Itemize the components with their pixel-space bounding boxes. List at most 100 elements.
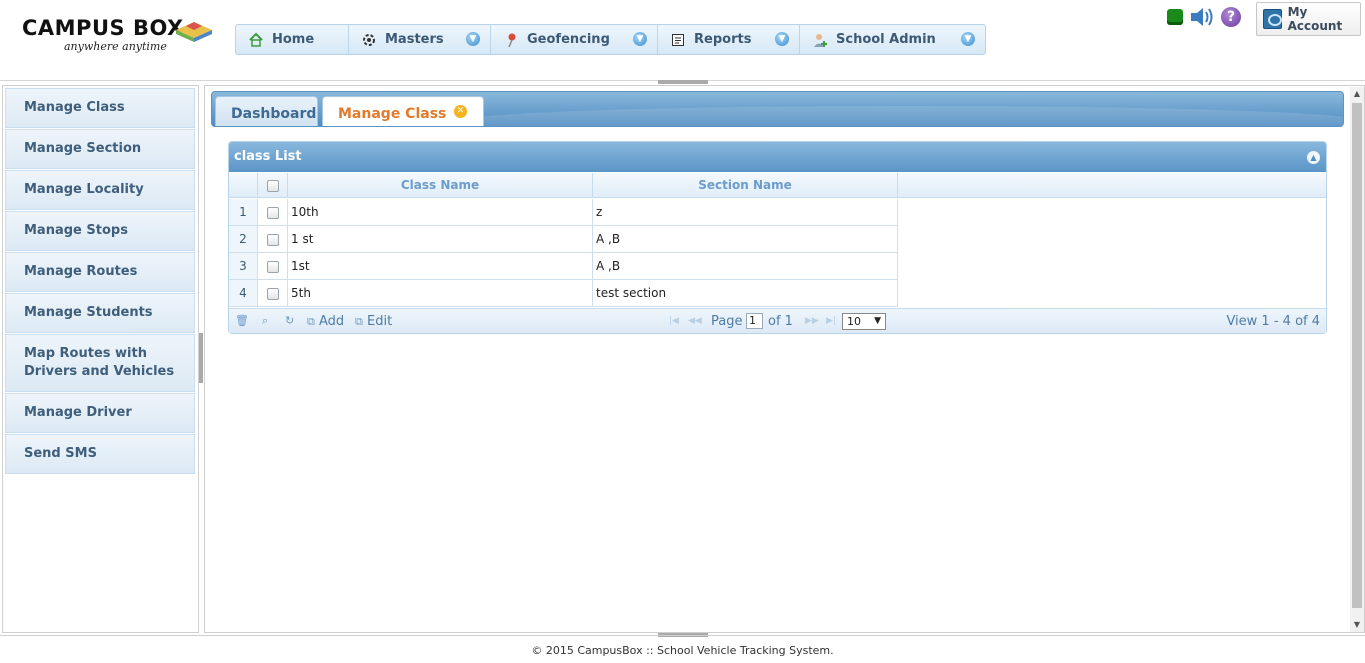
sidebar-item-label: Send SMS	[24, 446, 97, 461]
row-select-cell[interactable]	[258, 226, 288, 252]
header-splitter-handle[interactable]	[658, 80, 708, 84]
scroll-down-icon[interactable]: ▼	[1350, 618, 1364, 632]
account-icon	[1263, 9, 1282, 29]
add-record-icon: ⧉	[307, 315, 315, 328]
tab-manage-class[interactable]: Manage Class ✕	[322, 96, 484, 126]
row-select-cell[interactable]	[258, 280, 288, 306]
page-label: Page	[711, 314, 743, 329]
speaker-icon[interactable]	[1189, 5, 1215, 29]
footer-text: © 2015 CampusBox :: School Vehicle Track…	[531, 644, 834, 657]
sidebar-splitter-handle[interactable]	[199, 333, 203, 383]
row-number: 1	[229, 199, 258, 225]
menu-masters-label: Masters	[385, 32, 444, 47]
row-checkbox[interactable]	[266, 287, 279, 300]
header-section-name[interactable]: Section Name	[593, 173, 898, 197]
my-account-button[interactable]: My Account	[1256, 2, 1361, 36]
menu-masters[interactable]: Masters ▼	[349, 25, 491, 54]
menu-school-admin-label: School Admin	[836, 32, 936, 47]
chevron-down-icon[interactable]: ▼	[466, 32, 480, 46]
sidebar-item-map-routes[interactable]: Map Routes with Drivers and Vehicles	[5, 334, 195, 392]
status-indicator-icon[interactable]	[1167, 9, 1183, 25]
refresh-icon[interactable]: ↻	[285, 314, 294, 327]
menu-reports[interactable]: Reports ▼	[658, 25, 800, 54]
page-number-input[interactable]: 1	[746, 313, 763, 329]
row-checkbox[interactable]	[266, 260, 279, 273]
header-rownum	[229, 173, 258, 197]
table-row[interactable]: 4 5th test section	[229, 280, 898, 307]
logo-cube-icon	[176, 22, 212, 42]
gear-icon	[363, 33, 375, 46]
map-pin-icon	[508, 33, 516, 47]
grid-title: class List	[234, 149, 302, 164]
scroll-thumb[interactable]	[1352, 103, 1362, 608]
cell-section-name: test section	[593, 280, 898, 306]
row-number: 3	[229, 253, 258, 279]
sidebar-item-label: Manage Students	[24, 305, 153, 320]
scroll-up-icon[interactable]: ▲	[1350, 87, 1364, 101]
row-checkbox[interactable]	[266, 233, 279, 246]
table-row[interactable]: 2 1 st A ,B	[229, 226, 898, 253]
app-header: CAMPUS BOX anywhere anytime Home Masters…	[0, 0, 1365, 81]
close-tab-icon[interactable]: ✕	[454, 105, 467, 118]
collapse-icon[interactable]: ▲	[1307, 151, 1320, 164]
sidebar-item-manage-stops[interactable]: Manage Stops	[5, 211, 195, 251]
edit-button[interactable]: ⧉ Edit	[355, 314, 392, 329]
tab-dashboard[interactable]: Dashboard	[215, 96, 318, 126]
tab-dashboard-label: Dashboard	[231, 106, 317, 122]
sidebar-item-label: Map Routes with Drivers and Vehicles	[24, 346, 175, 379]
next-page-icon[interactable]: ▶▶	[805, 316, 819, 326]
home-icon	[249, 32, 263, 47]
select-all-checkbox[interactable]	[266, 179, 279, 192]
header-class-name[interactable]: Class Name	[288, 173, 593, 197]
table-row[interactable]: 3 1st A ,B	[229, 253, 898, 280]
campusbox-logo: CAMPUS BOX anywhere anytime	[22, 16, 222, 60]
chevron-down-icon[interactable]: ▼	[633, 32, 647, 46]
menu-geofencing[interactable]: Geofencing ▼	[491, 25, 658, 54]
cell-section-name: A ,B	[593, 253, 898, 279]
main-scrollbar[interactable]: ▲ ▼	[1350, 87, 1364, 632]
cell-class-name: 1st	[288, 253, 593, 279]
page-count: of 1	[768, 314, 793, 329]
trash-icon[interactable]: 🗑	[235, 314, 249, 327]
search-icon[interactable]: ⌕	[262, 314, 268, 328]
sidebar-item-label: Manage Locality	[24, 182, 144, 197]
menu-school-admin[interactable]: School Admin ▼	[800, 25, 985, 54]
cell-class-name: 5th	[288, 280, 593, 306]
sidebar-item-send-sms[interactable]: Send SMS	[5, 434, 195, 474]
logo-tagline: anywhere anytime	[64, 40, 167, 53]
row-number: 2	[229, 226, 258, 252]
row-select-cell[interactable]	[258, 253, 288, 279]
row-checkbox[interactable]	[266, 206, 279, 219]
report-icon	[672, 33, 684, 46]
add-button-label: Add	[319, 314, 345, 329]
add-button[interactable]: ⧉ Add	[307, 314, 344, 329]
chevron-down-icon[interactable]: ▼	[961, 32, 975, 46]
rows-per-page-select[interactable]: 10	[842, 313, 886, 330]
row-select-cell[interactable]	[258, 199, 288, 225]
menu-reports-label: Reports	[694, 32, 752, 47]
menu-geofencing-label: Geofencing	[527, 32, 610, 47]
grid-body: 1 10th z 2 1 st A ,B 3 1st A ,B 4 5th te…	[229, 199, 1326, 307]
first-page-icon[interactable]: |◀	[669, 316, 679, 326]
app-footer: © 2015 CampusBox :: School Vehicle Track…	[0, 635, 1365, 663]
menu-home[interactable]: Home	[236, 25, 349, 54]
sidebar-item-manage-driver[interactable]: Manage Driver	[5, 393, 195, 433]
menu-home-label: Home	[272, 32, 315, 47]
sidebar-item-manage-routes[interactable]: Manage Routes	[5, 252, 195, 292]
edit-button-label: Edit	[367, 314, 393, 329]
last-page-icon[interactable]: ▶|	[826, 316, 836, 326]
prev-page-icon[interactable]: ◀◀	[688, 316, 702, 326]
header-tools: ?	[1167, 5, 1241, 29]
admin-user-icon	[814, 33, 827, 47]
sidebar-item-label: Manage Driver	[24, 405, 132, 420]
header-select-all[interactable]	[258, 173, 288, 197]
help-icon[interactable]: ?	[1221, 7, 1241, 27]
chevron-down-icon[interactable]: ▼	[775, 32, 789, 46]
grid-header-row: Class Name Section Name	[229, 173, 1326, 198]
table-row[interactable]: 1 10th z	[229, 199, 898, 226]
logo-text: CAMPUS BOX	[22, 16, 184, 40]
sidebar-item-manage-section[interactable]: Manage Section	[5, 129, 195, 169]
sidebar-item-manage-class[interactable]: Manage Class	[5, 88, 195, 128]
sidebar-item-manage-students[interactable]: Manage Students	[5, 293, 195, 333]
sidebar-item-manage-locality[interactable]: Manage Locality	[5, 170, 195, 210]
